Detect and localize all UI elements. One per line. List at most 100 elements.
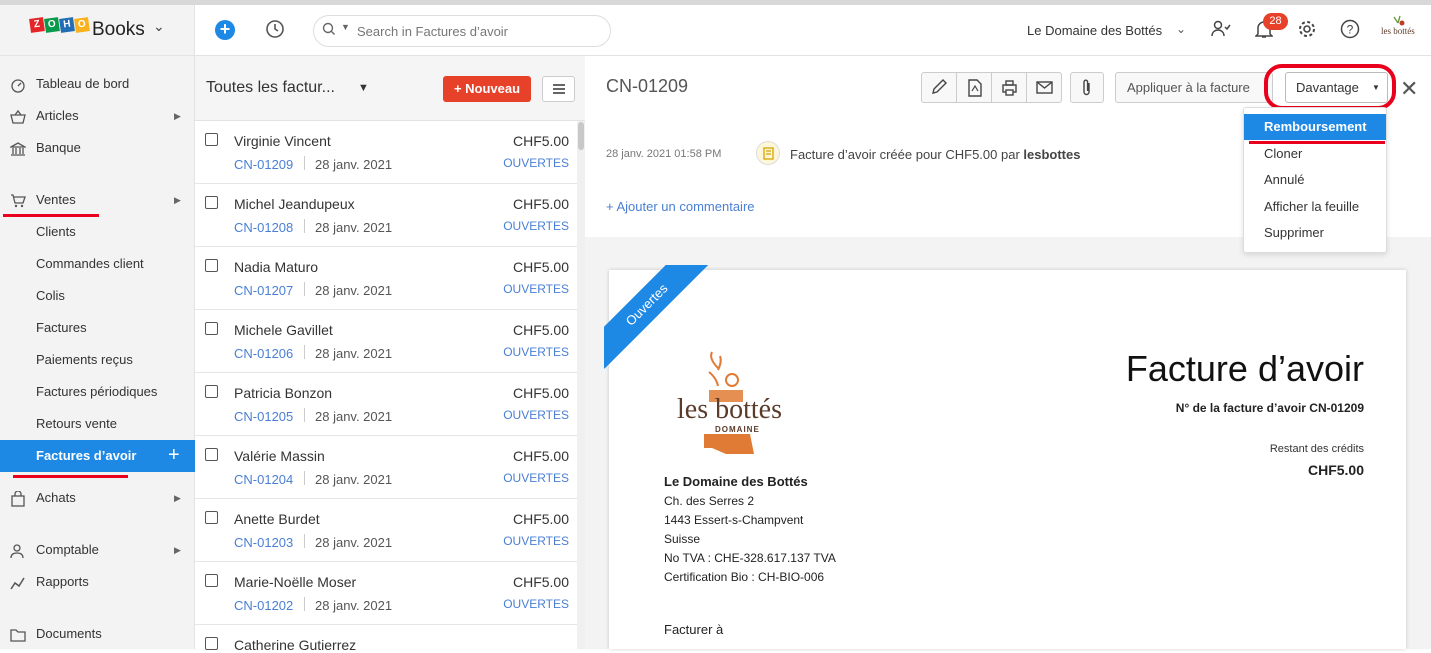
email-button[interactable] [1027, 73, 1062, 102]
credit-note-date: 28 janv. 2021 [315, 346, 393, 361]
list-item[interactable]: Catherine Gutierrez [195, 625, 577, 653]
sidebar-item-documents[interactable]: Documents [0, 618, 195, 650]
organization-switcher[interactable]: Le Domaine des Bottés [1027, 23, 1162, 38]
list-menu-button[interactable] [542, 76, 575, 102]
row-checkbox[interactable] [205, 574, 218, 587]
sidebar-item-articles[interactable]: Articles ▶ [0, 100, 195, 132]
menu-item-clone[interactable]: Cloner [1244, 141, 1386, 167]
logo-text: les bottés [677, 394, 782, 425]
help-icon[interactable]: ? [1340, 19, 1360, 39]
attach-button[interactable] [1070, 72, 1104, 103]
scrollbar-thumb[interactable] [578, 122, 584, 150]
history-timestamp: 28 janv. 2021 01:58 PM [606, 148, 722, 160]
reports-icon [10, 577, 25, 590]
sidebar-item-factures-davoir[interactable]: Factures d’avoir + [0, 440, 195, 472]
add-comment-link[interactable]: + Ajouter un commentaire [606, 199, 755, 214]
add-credit-note-icon[interactable]: + [168, 439, 180, 471]
divider [304, 471, 305, 485]
organic-certification: Certification Bio : CH-BIO-006 [664, 570, 825, 584]
chevron-right-icon: ▶ [174, 195, 181, 205]
pdf-button[interactable] [957, 73, 992, 102]
row-checkbox[interactable] [205, 385, 218, 398]
list-item[interactable]: Michel Jeandupeux CN-01208 28 janv. 2021… [195, 184, 577, 247]
row-checkbox[interactable] [205, 448, 218, 461]
status-badge: OUVERTES [503, 156, 569, 170]
sidebar-item-colis[interactable]: Colis [0, 280, 195, 312]
menu-item-delete[interactable]: Supprimer [1244, 220, 1386, 246]
list-item[interactable]: Michele Gavillet CN-01206 28 janv. 2021 … [195, 310, 577, 373]
envelope-icon [1036, 81, 1053, 94]
sidebar-item-factures-periodiques[interactable]: Factures périodiques [0, 376, 195, 408]
folder-icon [10, 629, 26, 642]
chevron-down-icon[interactable]: ⌄ [153, 18, 165, 35]
sidebar-item-factures[interactable]: Factures [0, 312, 195, 344]
sidebar-item-comptable[interactable]: Comptable ▶ [0, 534, 195, 566]
credit-note-date: 28 janv. 2021 [315, 598, 393, 613]
sidebar-item-label: Retours vente [36, 416, 117, 431]
row-checkbox[interactable] [205, 133, 218, 146]
credit-note-number: CN-01206 [234, 346, 294, 361]
action-toolbar [921, 72, 1062, 103]
users-icon[interactable] [1211, 20, 1231, 38]
quick-create-button[interactable]: + [215, 20, 235, 40]
status-badge: OUVERTES [503, 345, 569, 359]
row-checkbox[interactable] [205, 511, 218, 524]
status-badge: OUVERTES [503, 597, 569, 611]
history-icon[interactable] [265, 19, 285, 39]
search-icon [322, 22, 335, 35]
list-scrollbar[interactable] [577, 121, 585, 649]
credit-note-amount: CHF5.00 [512, 574, 569, 590]
list-item[interactable]: Valérie Massin CN-01204 28 janv. 2021 CH… [195, 436, 577, 499]
chevron-right-icon: ▶ [174, 545, 181, 555]
menu-item-refund[interactable]: Remboursement [1244, 114, 1386, 140]
history-text: Facture d’avoir créée pour CHF5.00 par l… [790, 147, 1080, 162]
edit-button[interactable] [922, 73, 957, 102]
list-item[interactable]: Nadia Maturo CN-01207 28 janv. 2021 CHF5… [195, 247, 577, 310]
search-filter-caret-icon[interactable]: ▼ [341, 22, 350, 32]
logo-subtext: DOMAINE [715, 425, 760, 434]
sidebar-item-label: Banque [36, 140, 81, 155]
sidebar-item-banque[interactable]: Banque [0, 132, 195, 164]
new-credit-note-button[interactable]: + Nouveau [443, 76, 531, 102]
status-badge: OUVERTES [503, 282, 569, 296]
sidebar-item-paiements-recus[interactable]: Paiements reçus [0, 344, 195, 376]
list-item[interactable]: Virginie Vincent CN-01209 28 janv. 2021 … [195, 121, 577, 184]
sidebar-item-commandes-client[interactable]: Commandes client [0, 248, 195, 280]
credit-note-number: CN-01203 [234, 535, 294, 550]
menu-item-void[interactable]: Annulé [1244, 167, 1386, 193]
close-icon[interactable]: ✕ [1400, 76, 1418, 102]
sidebar-item-tableau-de-bord[interactable]: Tableau de bord [0, 68, 195, 100]
divider [304, 597, 305, 611]
sidebar-item-retours-vente[interactable]: Retours vente [0, 408, 195, 440]
sidebar-item-rapports[interactable]: Rapports [0, 566, 195, 598]
sidebar-item-ventes[interactable]: Ventes ▶ [0, 184, 195, 216]
sidebar-item-achats[interactable]: Achats ▶ [0, 482, 195, 514]
avatar[interactable]: les bottés [1380, 13, 1416, 45]
logo-letter: O [74, 17, 90, 33]
row-checkbox[interactable] [205, 637, 218, 650]
credit-note-date: 28 janv. 2021 [315, 283, 393, 298]
list-view-selector[interactable]: Toutes les factur... [206, 79, 335, 97]
gear-icon[interactable] [1297, 19, 1317, 39]
sidebar-item-label: Achats [36, 490, 76, 505]
status-badge: OUVERTES [503, 219, 569, 233]
sidebar-item-clients[interactable]: Clients [0, 216, 195, 248]
sidebar-item-label: Colis [36, 288, 65, 303]
chevron-down-icon[interactable]: ⌄ [1176, 22, 1186, 36]
caret-down-icon[interactable]: ▼ [358, 82, 369, 94]
credit-note-date: 28 janv. 2021 [315, 157, 393, 172]
notification-badge: 28 [1263, 13, 1288, 30]
list-item[interactable]: Patricia Bonzon CN-01205 28 janv. 2021 C… [195, 373, 577, 436]
search-input[interactable]: Search in Factures d’avoir [357, 24, 508, 39]
row-checkbox[interactable] [205, 259, 218, 272]
credit-note-number: CN-01208 [234, 220, 294, 235]
svg-text:?: ? [1347, 23, 1354, 37]
row-checkbox[interactable] [205, 196, 218, 209]
print-button[interactable] [992, 73, 1027, 102]
list-item[interactable]: Marie-Noëlle Moser CN-01202 28 janv. 202… [195, 562, 577, 625]
address-line: Suisse [664, 532, 701, 546]
menu-item-view-journal[interactable]: Afficher la feuille [1244, 194, 1386, 220]
apply-to-invoice-button[interactable]: Appliquer à la facture [1115, 72, 1273, 103]
list-item[interactable]: Anette Burdet CN-01203 28 janv. 2021 CHF… [195, 499, 577, 562]
row-checkbox[interactable] [205, 322, 218, 335]
